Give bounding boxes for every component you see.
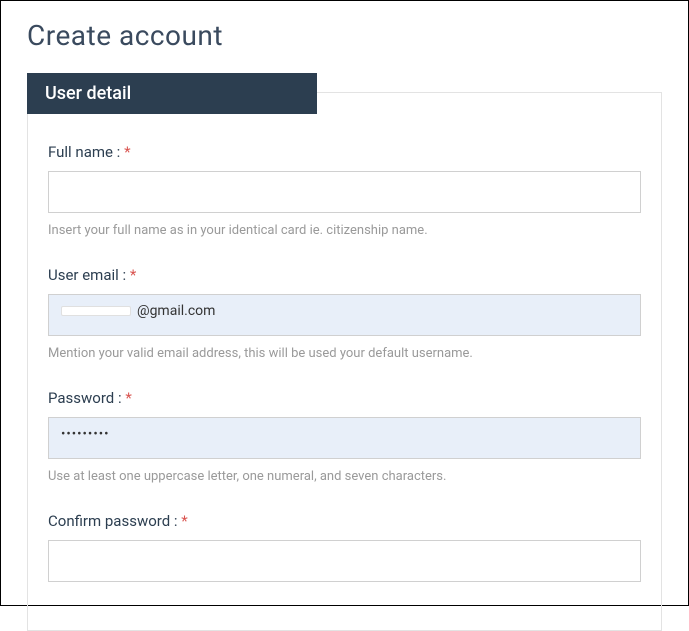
fullname-label-text: Full name : (48, 143, 120, 161)
password-hint: Use at least one uppercase letter, one n… (48, 469, 641, 484)
password-label: Password : * (48, 389, 641, 407)
page-title: Create account (1, 1, 688, 52)
required-star-icon: * (181, 512, 187, 530)
section-legend: User detail (27, 73, 317, 114)
password-label-text: Password : (48, 389, 122, 407)
confirm-password-label: Confirm password : * (48, 512, 641, 530)
email-label: User email : * (48, 266, 641, 284)
fullname-input[interactable] (48, 171, 641, 213)
confirm-password-group: Confirm password : * (48, 512, 641, 582)
required-star-icon: * (125, 389, 131, 407)
password-input[interactable]: ••••••••• (48, 417, 641, 459)
email-group: User email : * @gmail.com Mention your v… (48, 266, 641, 361)
email-hint: Mention your valid email address, this w… (48, 346, 641, 361)
email-label-text: User email : (48, 266, 126, 284)
password-masked-value: ••••••••• (61, 427, 109, 442)
confirm-password-label-text: Confirm password : (48, 512, 178, 530)
email-redacted-prefix (61, 306, 131, 316)
confirm-password-input[interactable] (48, 540, 641, 582)
required-star-icon: * (130, 266, 136, 284)
user-detail-section: User detail Full name : * Insert your fu… (27, 92, 662, 631)
fullname-label: Full name : * (48, 143, 641, 161)
required-star-icon: * (124, 143, 130, 161)
email-input[interactable]: @gmail.com (48, 294, 641, 336)
fullname-hint: Insert your full name as in your identic… (48, 223, 641, 238)
email-suffix: @gmail.com (137, 303, 215, 319)
fullname-group: Full name : * Insert your full name as i… (48, 143, 641, 238)
password-group: Password : * ••••••••• Use at least one … (48, 389, 641, 484)
